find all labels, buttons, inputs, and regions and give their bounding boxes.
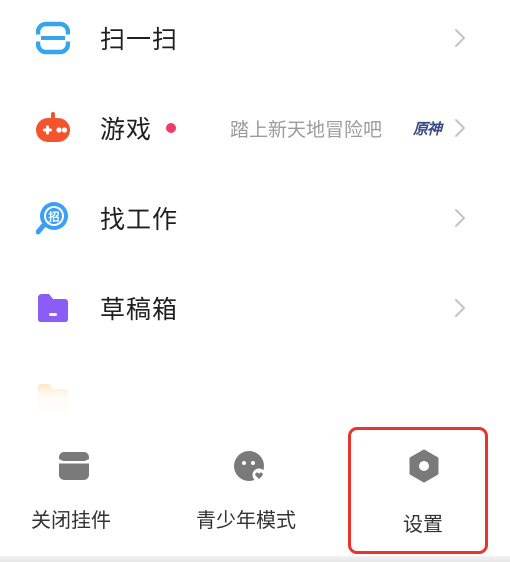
widget-icon xyxy=(59,452,89,480)
settings-icon xyxy=(409,449,439,483)
bottom-edge xyxy=(0,556,510,562)
settings-label: 设置 xyxy=(403,512,443,536)
menu-item-label: 扫一扫 xyxy=(100,25,179,54)
settings-button[interactable]: 设置 xyxy=(350,420,486,562)
menu-item-game[interactable]: 游戏 踏上新天地冒险吧 原神 xyxy=(0,83,510,173)
svg-text:招: 招 xyxy=(49,210,60,224)
gamepad-icon xyxy=(36,112,70,142)
folder-icon xyxy=(38,294,68,322)
chevron-right-icon xyxy=(455,209,465,227)
chevron-right-icon xyxy=(455,299,465,317)
menu-item-find-job[interactable]: 招 找工作 xyxy=(0,173,510,263)
game-logo: 原神 xyxy=(413,119,442,138)
menu-item-drafts[interactable]: 草稿箱 xyxy=(0,263,510,353)
close-widget-label: 关闭挂件 xyxy=(31,508,111,532)
job-search-icon: 招 xyxy=(36,202,68,235)
menu-item-label: 游戏 xyxy=(100,115,153,144)
menu-item-subtitle: 踏上新天地冒险吧 xyxy=(230,118,383,141)
notification-dot xyxy=(166,123,176,133)
scroll-fade xyxy=(0,360,510,420)
menu-item-scan[interactable]: 扫一扫 xyxy=(0,0,510,83)
menu-list: 扫一扫 游戏 踏上新天地冒险吧 原神 招 找工作 草稿箱 xyxy=(0,0,510,420)
screen: 扫一扫 游戏 踏上新天地冒险吧 原神 招 找工作 草稿箱 关闭挂件 青少年模式 … xyxy=(0,0,510,562)
bottom-action-bar: 关闭挂件 青少年模式 设置 xyxy=(0,420,510,562)
close-widget-button[interactable]: 关闭挂件 xyxy=(0,420,148,562)
teen-mode-label: 青少年模式 xyxy=(196,508,296,532)
teen-mode-icon xyxy=(234,451,266,482)
menu-item-label: 草稿箱 xyxy=(100,295,179,324)
menu-item-label: 找工作 xyxy=(100,205,179,234)
chevron-right-icon xyxy=(455,29,465,47)
chevron-right-icon xyxy=(455,119,465,137)
teen-mode-button[interactable]: 青少年模式 xyxy=(180,420,330,562)
scan-icon xyxy=(36,21,70,55)
